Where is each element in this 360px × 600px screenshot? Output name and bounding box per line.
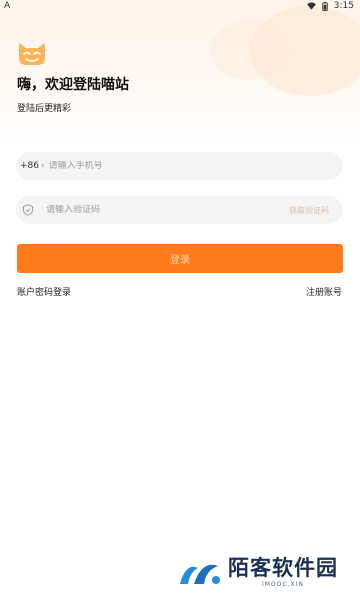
page-title: 嗨，欢迎登陆喵站 bbox=[17, 77, 129, 93]
watermark-logo-icon bbox=[180, 564, 220, 584]
decorative-blob bbox=[210, 20, 290, 80]
page-subtitle: 登陆后更精彩 bbox=[17, 104, 72, 114]
clock: 3:15 bbox=[333, 1, 354, 11]
watermark-domain: IMOOC.XIN bbox=[262, 581, 304, 588]
chevron-right-icon[interactable]: › bbox=[41, 161, 45, 171]
verification-code-input[interactable] bbox=[44, 205, 289, 215]
phone-input[interactable] bbox=[46, 161, 343, 171]
watermark: 陌客软件园 IMOOC.XIN bbox=[178, 552, 350, 596]
country-code[interactable]: +86 bbox=[20, 161, 39, 171]
phone-field: +86 › bbox=[16, 152, 343, 180]
status-bar: A 3:15 bbox=[0, 0, 360, 12]
get-code-button[interactable]: 获取验证码 bbox=[289, 205, 329, 216]
login-button[interactable]: 登录 bbox=[17, 244, 343, 273]
wifi-icon bbox=[306, 2, 316, 10]
watermark-title: 陌客软件园 bbox=[228, 555, 338, 580]
status-indicator: A bbox=[4, 1, 11, 11]
verification-code-field: 获取验证码 bbox=[16, 196, 343, 224]
shield-icon bbox=[23, 204, 33, 216]
battery-icon bbox=[322, 1, 328, 11]
register-link[interactable]: 注册账号 bbox=[306, 285, 342, 298]
password-login-link[interactable]: 账户密码登录 bbox=[17, 285, 71, 298]
cat-logo-icon bbox=[19, 43, 45, 65]
